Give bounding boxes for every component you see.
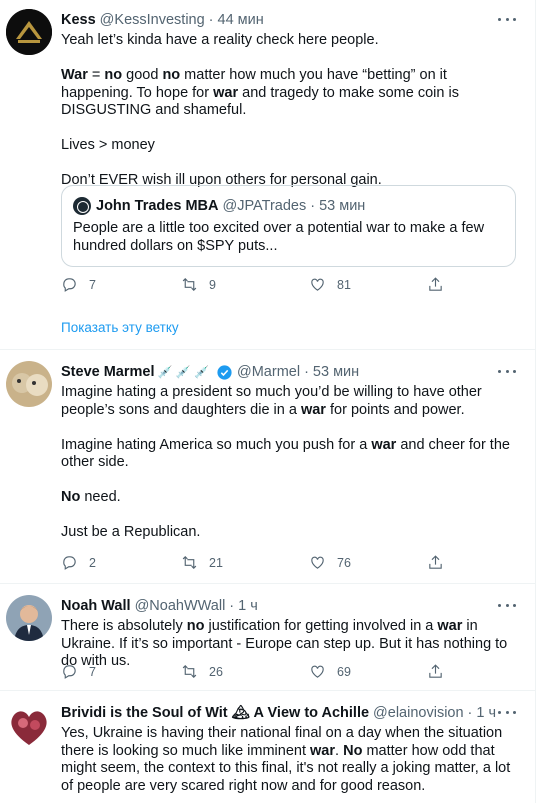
reply-icon (63, 278, 76, 292)
heart-icon (311, 665, 324, 678)
show-thread-link[interactable]: Показать эту ветку (61, 320, 179, 335)
tweet-text: Yes, Ukraine is having their national fi… (61, 725, 515, 794)
share-button[interactable] (427, 554, 444, 571)
tweet-brividi[interactable]: Brividi is the Soul of Wit 🏔 A View to A… (0, 691, 535, 803)
reply-button[interactable]: 2 (61, 554, 181, 571)
author-handle[interactable]: @KessInvesting (100, 10, 205, 30)
author-name[interactable]: Kess (61, 10, 96, 30)
tweet-header: Kess @KessInvesting · 44 мин (61, 10, 516, 30)
like-count: 81 (337, 277, 351, 292)
retweet-icon (182, 278, 197, 291)
separator-dot: · (467, 705, 473, 721)
tweet-actions: 7 26 69 (61, 663, 461, 680)
share-icon (429, 664, 442, 678)
timestamp[interactable]: 1 ч (238, 596, 258, 616)
reply-count: 7 (89, 277, 96, 292)
tweet-noah-wall[interactable]: Noah Wall @NoahWWall · 1 ч There is abso… (0, 584, 535, 691)
share-icon (429, 277, 442, 291)
tweet-actions: 2 21 76 (61, 554, 461, 571)
retweet-icon (182, 665, 197, 678)
like-button[interactable]: 81 (309, 276, 427, 293)
tweet-header: Noah Wall @NoahWWall · 1 ч (61, 596, 516, 616)
syringe-emoji: 💉 💉 💉 (157, 365, 210, 379)
author-name[interactable]: Brividi is the Soul of Wit 🏔 A View to A… (61, 703, 369, 723)
like-button[interactable]: 69 (309, 663, 427, 680)
like-count: 76 (337, 555, 351, 570)
reply-icon (63, 556, 76, 570)
timeline: Kess @KessInvesting · 44 мин Yeah let’s … (0, 0, 536, 803)
quoted-tweet-header: John Trades MBA @JPATrades · 53 мин (73, 196, 504, 216)
reply-count: 2 (89, 555, 96, 570)
reply-button[interactable]: 7 (61, 276, 181, 293)
share-button[interactable] (427, 276, 444, 293)
more-options-icon[interactable] (498, 709, 516, 715)
retweet-count: 21 (209, 555, 223, 570)
retweet-button[interactable]: 21 (181, 554, 309, 571)
retweet-count: 26 (209, 664, 223, 679)
timestamp[interactable]: 44 мин (218, 10, 264, 30)
tweet-actions: 7 9 81 (61, 276, 461, 293)
quoted-author-name: John Trades MBA (96, 198, 219, 214)
reply-button[interactable]: 7 (61, 663, 181, 680)
avatar[interactable] (6, 361, 52, 407)
more-options-icon[interactable] (498, 368, 516, 374)
separator-dot: · (304, 364, 309, 380)
heart-icon (311, 556, 324, 569)
heart-icon (311, 278, 324, 291)
verified-badge-icon (217, 364, 232, 380)
timestamp[interactable]: 53 мин (313, 362, 359, 382)
tweet-steve-marmel[interactable]: Steve Marmel 💉 💉 💉 @Marmel · 53 мин Imag… (0, 350, 535, 584)
author-handle[interactable]: @elainovision (373, 703, 464, 723)
separator-dot: · (229, 598, 235, 614)
separator-dot: · (310, 198, 316, 214)
quoted-author-handle: @JPATrades (222, 198, 307, 214)
tweet-text: Imagine hating a president so much you’d… (61, 384, 515, 540)
reply-icon (63, 665, 76, 679)
avatar[interactable] (6, 595, 52, 641)
quoted-timestamp: 53 мин (319, 198, 366, 214)
tweet-text: Yeah let’s kinda have a reality check he… (61, 32, 463, 188)
avatar[interactable] (6, 9, 52, 55)
timestamp[interactable]: 1 ч (476, 703, 496, 723)
like-count: 69 (337, 664, 351, 679)
retweet-button[interactable]: 26 (181, 663, 309, 680)
author-name[interactable]: Steve Marmel (61, 362, 155, 382)
reply-count: 7 (89, 664, 96, 679)
like-button[interactable]: 76 (309, 554, 427, 571)
avatar[interactable] (6, 703, 52, 749)
more-options-icon[interactable] (498, 602, 516, 608)
quoted-avatar (73, 197, 91, 215)
share-icon (429, 555, 442, 569)
retweet-button[interactable]: 9 (181, 276, 309, 293)
more-options-icon[interactable] (498, 16, 516, 22)
tweet-header: Brividi is the Soul of Wit 🏔 A View to A… (61, 703, 516, 723)
author-name[interactable]: Noah Wall (61, 596, 131, 616)
author-handle[interactable]: @Marmel (237, 362, 300, 382)
author-handle[interactable]: @NoahWWall (135, 596, 226, 616)
share-button[interactable] (427, 663, 444, 680)
tweet-header: Steve Marmel 💉 💉 💉 @Marmel · 53 мин (61, 362, 516, 382)
quoted-tweet[interactable]: John Trades MBA @JPATrades · 53 мин Peop… (61, 185, 516, 267)
quoted-tweet-text: People are a little too excited over a p… (73, 220, 485, 254)
retweet-icon (182, 556, 197, 569)
separator-dot: · (208, 12, 214, 28)
tweet-kess[interactable]: Kess @KessInvesting · 44 мин Yeah let’s … (0, 0, 535, 350)
retweet-count: 9 (209, 277, 216, 292)
